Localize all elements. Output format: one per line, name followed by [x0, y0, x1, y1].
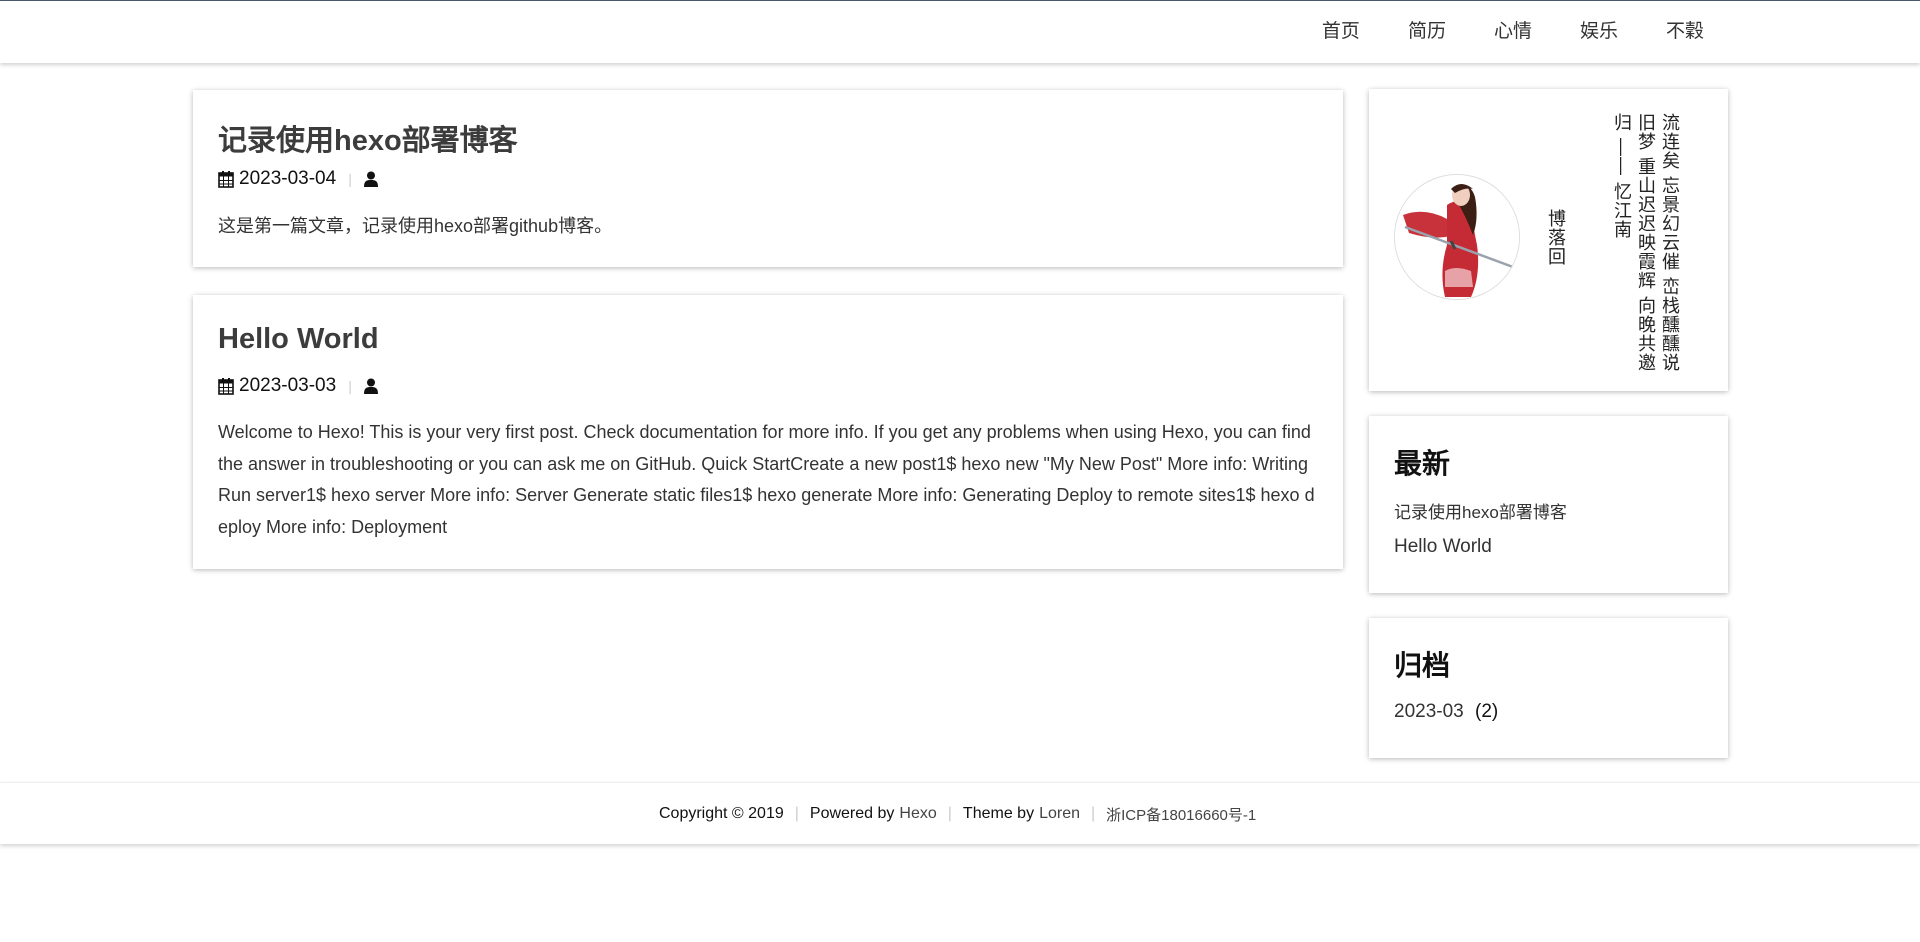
- blog-name: 博落回: [1546, 209, 1566, 266]
- archive-widget: 归档 2023-03 (2): [1369, 618, 1728, 758]
- user-icon: [363, 171, 378, 187]
- nav-item-home[interactable]: 首页: [1322, 1, 1360, 63]
- footer-divider: |: [1090, 805, 1096, 822]
- post-excerpt: 这是第一篇文章，记录使用hexo部署github博客。: [218, 216, 613, 236]
- footer-content: Copyright © 2019 | Powered by Hexo | The…: [659, 783, 1256, 845]
- post-title[interactable]: 记录使用hexo部署博客: [218, 117, 518, 159]
- latest-posts-widget: 最新 记录使用hexo部署博客 Hello World: [1369, 416, 1728, 593]
- post-card: 记录使用hexo部署博客 2023-03-04 | 这是第一篇文章，记录使用he…: [193, 90, 1343, 267]
- latest-post-link[interactable]: 记录使用hexo部署博客: [1394, 498, 1567, 523]
- poem-text: 流连矣 忘景幻云催 峦栈醺醺说 旧梦 重山迟迟映霞辉 向晚共邀 归 —— 忆江南: [1610, 113, 1682, 373]
- profile-widget: 流连矣 忘景幻云催 峦栈醺醺说 旧梦 重山迟迟映霞辉 向晚共邀 归 —— 忆江南…: [1369, 89, 1728, 391]
- footer-theme-label: Theme by: [962, 805, 1035, 822]
- archive-heading: 归档: [1394, 650, 1451, 681]
- poem-line: 归 —— 忆江南: [1612, 113, 1632, 240]
- calendar-icon: [218, 170, 234, 188]
- post-meta: 2023-03-03 |: [218, 375, 378, 397]
- footer-powered-label: Powered by: [809, 805, 895, 822]
- calendar-icon: [218, 377, 234, 395]
- nav-item-mood[interactable]: 心情: [1494, 1, 1532, 63]
- footer-hexo-link[interactable]: Hexo: [899, 805, 936, 823]
- top-nav-bar: 首页 简历 心情 娱乐 不穀: [0, 0, 1920, 63]
- latest-post-link[interactable]: Hello World: [1394, 536, 1492, 558]
- archive-month: 2023-03: [1394, 701, 1464, 722]
- site-footer: Copyright © 2019 | Powered by Hexo | The…: [0, 782, 1920, 844]
- nav-item-resume[interactable]: 简历: [1408, 1, 1446, 63]
- nav-item-bugu[interactable]: 不穀: [1666, 1, 1704, 63]
- post-card: Hello World 2023-03-03 | Welcome to Hexo…: [193, 295, 1343, 569]
- footer-icp-link[interactable]: 浙ICP备18016660号-1: [1106, 804, 1256, 825]
- post-title[interactable]: Hello World: [218, 323, 379, 356]
- footer-divider: |: [794, 805, 799, 822]
- footer-divider: |: [947, 805, 952, 822]
- poem-line: 流连矣 忘景幻云催 峦栈醺醺说: [1660, 113, 1680, 373]
- meta-divider: |: [348, 378, 352, 394]
- footer-copyright: Copyright © 2019: [659, 805, 784, 822]
- post-date: 2023-03-04: [239, 168, 337, 189]
- avatar: [1394, 174, 1520, 300]
- archive-count: (2): [1475, 701, 1499, 722]
- archive-month-link[interactable]: 2023-03 (2): [1394, 701, 1498, 723]
- meta-divider: |: [348, 171, 352, 187]
- nav-item-entertainment[interactable]: 娱乐: [1580, 1, 1618, 63]
- poem-line: 旧梦 重山迟迟映霞辉 向晚共邀: [1636, 113, 1656, 373]
- footer-loren-link[interactable]: Loren: [1039, 805, 1080, 823]
- post-date: 2023-03-03: [239, 375, 337, 396]
- user-icon: [363, 378, 378, 394]
- latest-heading: 最新: [1394, 448, 1451, 479]
- main-nav: 首页 简历 心情 娱乐 不穀: [1274, 1, 1704, 63]
- post-excerpt: Welcome to Hexo! This is your very first…: [218, 422, 1315, 537]
- post-meta: 2023-03-04 |: [218, 168, 378, 190]
